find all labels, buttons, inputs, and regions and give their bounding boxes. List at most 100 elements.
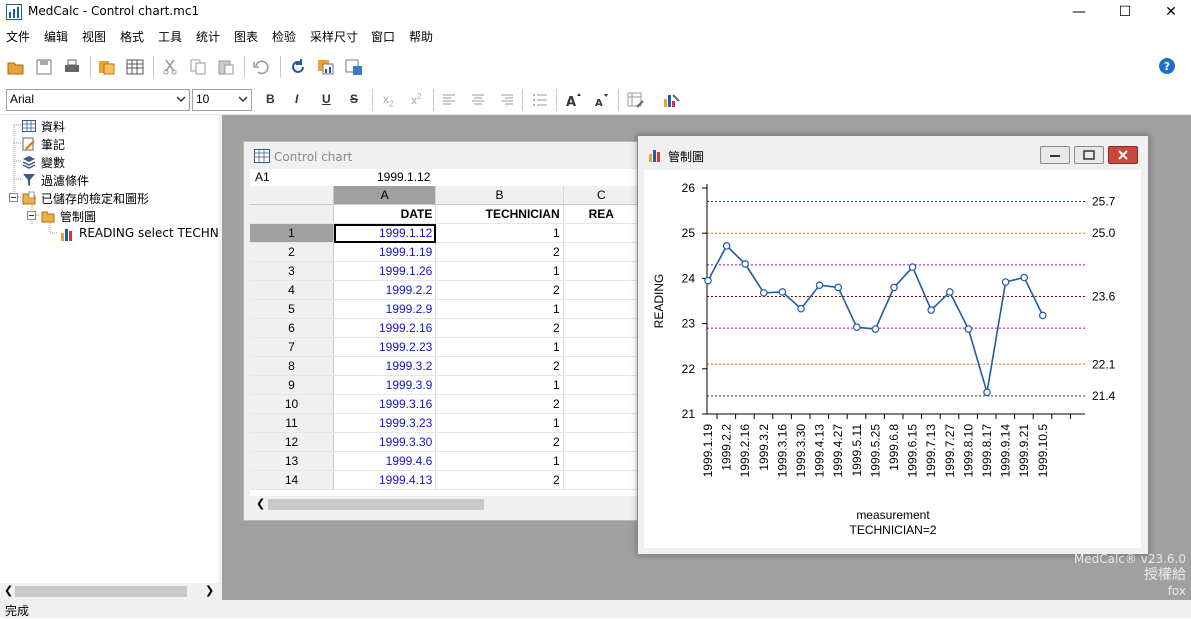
cell-reading[interactable] — [563, 356, 640, 376]
tree-item-control-chart[interactable]: 管制圖 — [60, 208, 96, 225]
print-icon[interactable] — [63, 58, 81, 76]
tree-item-filters[interactable]: 過濾條件 — [41, 172, 89, 189]
row-number[interactable]: 4 — [250, 280, 335, 300]
menu-window[interactable]: 窗口 — [371, 28, 395, 45]
scroll-thumb[interactable] — [15, 586, 187, 597]
font-name-select[interactable]: Arial — [6, 89, 190, 111]
cell-reading[interactable] — [563, 337, 640, 357]
cell-technician[interactable]: 2 — [435, 280, 564, 300]
save-icon[interactable] — [35, 58, 53, 76]
cell-technician[interactable]: 2 — [435, 242, 564, 262]
cell-date[interactable]: 1999.3.9 — [333, 375, 437, 395]
chart-minimize-button[interactable] — [1040, 146, 1070, 164]
cell-reading[interactable] — [563, 299, 640, 319]
open-folder-icon[interactable] — [7, 58, 25, 76]
row-number[interactable]: 10 — [250, 394, 335, 414]
menu-view[interactable]: 视图 — [82, 28, 106, 45]
tree-item-data[interactable]: 資料 — [41, 118, 65, 135]
menu-edit[interactable]: 编辑 — [44, 28, 68, 45]
cut-icon[interactable] — [161, 58, 179, 76]
collapse-icon[interactable] — [27, 211, 36, 220]
row-number[interactable]: 5 — [250, 299, 335, 319]
cell-technician[interactable]: 1 — [435, 223, 564, 243]
bold-button[interactable]: B — [266, 92, 275, 106]
spreadsheet-icon[interactable] — [126, 58, 144, 76]
copy-chart-icon[interactable] — [317, 58, 335, 76]
cell-reading[interactable] — [563, 223, 640, 243]
menu-tools[interactable]: 工具 — [158, 28, 182, 45]
cell-date[interactable]: 1999.1.12 — [333, 223, 437, 243]
row-number[interactable]: 13 — [250, 451, 335, 471]
menu-format[interactable]: 格式 — [120, 28, 144, 45]
tree-item-variables[interactable]: 變數 — [41, 154, 65, 171]
row-number[interactable]: 7 — [250, 337, 335, 357]
cell-technician[interactable]: 2 — [435, 432, 564, 452]
align-left-icon[interactable] — [441, 91, 459, 109]
column-name-technician[interactable]: TECHNICIAN — [435, 204, 564, 224]
cell-reading[interactable] — [563, 470, 640, 490]
column-header-b[interactable]: B — [435, 186, 564, 205]
row-number[interactable]: 8 — [250, 356, 335, 376]
cell-date[interactable]: 1999.1.19 — [333, 242, 437, 262]
copy-icon[interactable] — [189, 58, 207, 76]
maximize-button[interactable]: ☐ — [1102, 0, 1148, 24]
cell-technician[interactable]: 1 — [435, 375, 564, 395]
cell-date[interactable]: 1999.2.2 — [333, 280, 437, 300]
cell-date[interactable]: 1999.3.30 — [333, 432, 437, 452]
column-header-a[interactable]: A — [333, 186, 437, 205]
close-button[interactable]: ✕ — [1148, 0, 1191, 24]
cell-date[interactable]: 1999.3.2 — [333, 356, 437, 376]
row-number[interactable]: 2 — [250, 242, 335, 262]
column-name-reading[interactable]: REA — [563, 204, 640, 224]
chart-close-button[interactable] — [1108, 146, 1138, 164]
row-number[interactable]: 14 — [250, 470, 335, 490]
cell-technician[interactable]: 1 — [435, 451, 564, 471]
edit-table-icon[interactable] — [627, 91, 645, 109]
cell-date[interactable]: 1999.4.6 — [333, 451, 437, 471]
cell-date[interactable]: 1999.3.16 — [333, 394, 437, 414]
cell-technician[interactable]: 2 — [435, 394, 564, 414]
underline-button[interactable]: U — [322, 92, 331, 106]
decrease-font-icon[interactable]: A — [593, 91, 611, 109]
paste-icon[interactable] — [217, 58, 235, 76]
cell-technician[interactable]: 1 — [435, 299, 564, 319]
cell-technician[interactable]: 2 — [435, 318, 564, 338]
sheet-horizontal-scrollbar[interactable]: ❮ — [250, 496, 640, 513]
row-number[interactable]: 9 — [250, 375, 335, 395]
cell-reading[interactable] — [563, 280, 640, 300]
scroll-thumb[interactable] — [268, 499, 484, 510]
superscript-button[interactable]: x2 — [411, 92, 421, 107]
minimize-button[interactable]: — — [1056, 0, 1102, 24]
cell-date[interactable]: 1999.1.26 — [333, 261, 437, 281]
row-number[interactable]: 12 — [250, 432, 335, 452]
scroll-left-icon[interactable]: ❮ — [4, 584, 13, 597]
tree-item-reading[interactable]: READING select TECHNIC — [79, 226, 219, 240]
tree-horizontal-scrollbar[interactable]: ❮ ❯ — [0, 583, 219, 600]
tree-item-notes[interactable]: 筆記 — [41, 136, 65, 153]
copy-sheet-icon[interactable] — [98, 58, 116, 76]
align-center-icon[interactable] — [469, 91, 487, 109]
cell-reading[interactable] — [563, 451, 640, 471]
menu-sampling[interactable]: 采样尺寸 — [310, 28, 358, 45]
increase-font-icon[interactable]: A — [565, 91, 583, 109]
italic-button[interactable]: I — [295, 92, 298, 106]
cell-technician[interactable]: 2 — [435, 356, 564, 376]
cell-date[interactable]: 1999.2.23 — [333, 337, 437, 357]
menu-file[interactable]: 文件 — [6, 28, 30, 45]
cell-technician[interactable]: 1 — [435, 413, 564, 433]
cell-technician[interactable]: 2 — [435, 470, 564, 490]
column-name-date[interactable]: DATE — [333, 204, 437, 224]
help-icon[interactable]: ? — [1158, 57, 1176, 75]
export-icon[interactable] — [345, 58, 363, 76]
cell-reading[interactable] — [563, 394, 640, 414]
cell-value-input[interactable]: 1999.1.12 — [377, 170, 430, 184]
row-header[interactable] — [250, 204, 335, 224]
collapse-icon[interactable] — [9, 193, 18, 202]
cell-technician[interactable]: 1 — [435, 261, 564, 281]
cell-reading[interactable] — [563, 413, 640, 433]
chart-format-icon[interactable] — [662, 91, 680, 109]
row-number[interactable]: 1 — [250, 223, 335, 243]
corner-cell[interactable] — [250, 186, 335, 205]
refresh-icon[interactable] — [289, 58, 307, 76]
cell-reading[interactable] — [563, 375, 640, 395]
